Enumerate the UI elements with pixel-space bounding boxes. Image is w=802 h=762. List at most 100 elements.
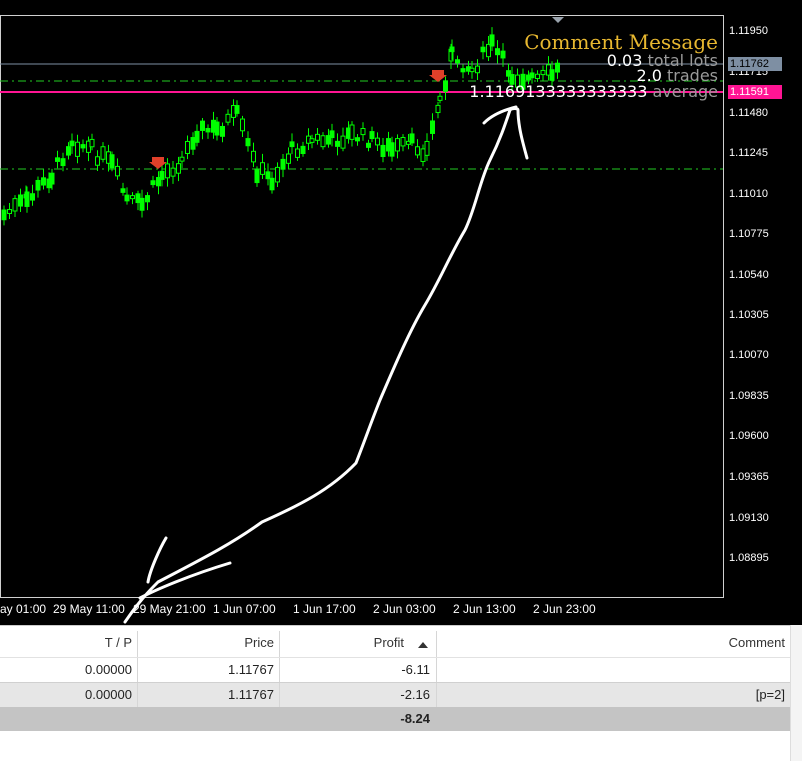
candle-body [480,46,486,53]
table-row[interactable]: 0.00000 1.11767 -6.11 [0,657,790,682]
candle-body [369,131,375,140]
sort-ascending-icon[interactable] [418,642,428,648]
average-label: average [652,82,719,101]
candle-body [269,177,275,191]
candle-body [389,142,395,157]
price-axis-label: 1.11480 [729,107,768,119]
candle-body [124,194,130,202]
candle-body [185,140,190,154]
time-axis-label: 29 May 11:00 [53,602,125,616]
candle-body [340,135,346,149]
candle-body [260,162,265,175]
candle-body [170,167,176,177]
candle-body [275,166,280,183]
candle-body [475,65,480,74]
time-axis-label: 1 Jun 17:00 [293,602,356,616]
candle-body [529,72,535,79]
sell-arrow-icon[interactable] [149,157,167,169]
cell-comment [437,658,785,682]
time-axis-label: 2 Jun 23:00 [533,602,596,616]
sell-arrow-icon[interactable] [429,70,447,82]
candle-body [24,191,30,207]
candle-body [489,34,495,47]
price-axis-label: 1.09365 [729,471,769,483]
candle-body [1,209,7,221]
candle-body [190,137,196,150]
candle-body [289,141,295,148]
table-total-row: -8.24 [0,707,790,731]
average-text: 1.1169133333333333 average [469,84,718,100]
cell-profit: -6.11 [401,662,430,677]
candle-body [49,172,55,185]
candle-body [245,138,251,147]
table-scrollbar[interactable] [790,625,802,761]
annotation-scribble [123,107,529,624]
candle-body [179,156,185,162]
time-axis-label: ay 01:00 [0,602,47,616]
candle-body [100,146,106,160]
candle-body [75,141,80,157]
price-axis-label: 1.11010 [729,188,768,200]
candle-body [80,144,86,149]
candle-body [234,105,240,114]
candle-body [176,163,181,174]
column-header-profit[interactable]: Profit [280,631,404,655]
cell-price: 1.11767 [227,662,274,677]
price-axis-label: 1.11950 [729,25,768,37]
candle-body [35,179,41,191]
annotation-scribble [146,536,168,584]
chart-shift-marker[interactable] [552,17,564,23]
annotation-scribble [482,105,518,125]
column-header-price[interactable]: Price [138,631,274,655]
price-axis-label: 1.10070 [729,349,769,361]
candle-body [455,59,460,64]
price-axis-label: 1.10775 [729,228,769,240]
current-price-tag: 1.11762 [728,57,782,71]
price-axis-label: 1.10305 [729,309,769,321]
candle-body [500,50,506,59]
candle-body [7,209,12,214]
candle-body [30,193,35,201]
candle-body [555,62,560,73]
candle-body [251,150,256,163]
candle-body [420,148,426,162]
chart-frame [0,15,724,598]
candle-body [300,145,306,155]
candle-body [139,197,145,211]
candle-body [366,142,371,148]
candle-body [400,136,406,147]
cell-comment: [p=2] [755,687,785,702]
candle-body [200,120,205,131]
candle-body [549,69,555,81]
candle-body [194,130,200,143]
cell-tp: 0.00000 [85,687,132,702]
candle-body [460,68,466,73]
candle-body [165,163,170,179]
candle-body [435,104,441,114]
price-axis-label: 1.09835 [729,390,769,402]
candle-body [409,133,415,144]
column-header-comment[interactable]: Comment [437,631,785,655]
candle-body [375,137,380,146]
price-chart[interactable]: Comment Message 0.03 total lots 2.0 trad… [0,0,802,625]
price-axis-label: 1.09600 [729,430,769,442]
candle-body [415,146,420,156]
time-axis-label: 1 Jun 07:00 [213,602,276,616]
candle-body [95,156,100,166]
trade-table[interactable]: T / P Price Profit Comment 0.00000 1.117… [0,625,802,762]
candle-body [280,158,286,170]
time-axis-label: 2 Jun 13:00 [453,602,516,616]
candle-body [225,113,231,123]
average-value: 1.1169133333333333 [469,82,648,101]
time-axis-label: 29 May 21:00 [133,602,206,616]
candle-body [205,127,211,133]
candle-body [159,170,165,180]
candle-body [240,118,245,132]
table-row[interactable]: 0.00000 1.11767 -2.16 [p=2] [0,682,790,707]
column-header-tp[interactable]: T / P [0,631,132,655]
candle-body [355,137,360,142]
candle-body [120,188,126,193]
candle-body [424,140,430,156]
time-axis-label: 2 Jun 03:00 [373,602,436,616]
candle-body [60,158,66,167]
